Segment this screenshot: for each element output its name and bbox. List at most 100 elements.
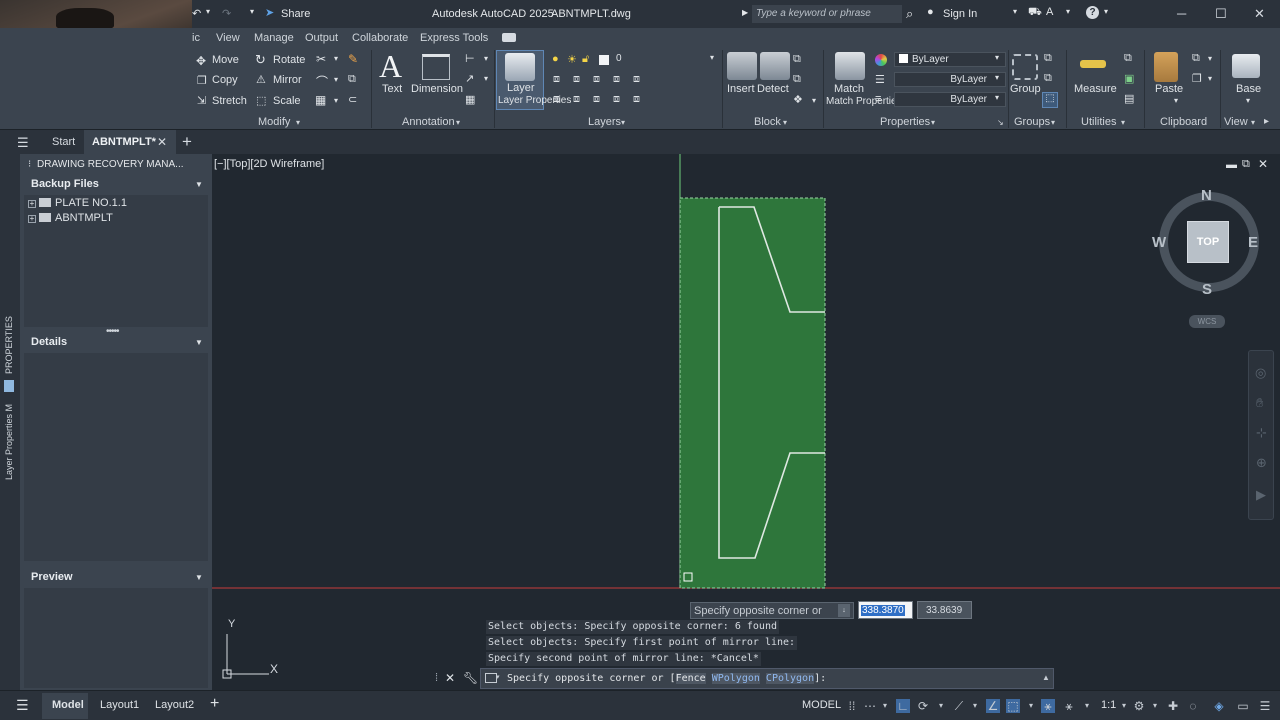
cart-icon[interactable]: ⛟ [1028, 6, 1042, 20]
command-line-grip-icon[interactable]: ⁞ [435, 672, 438, 684]
annotation-panel-expand-icon[interactable]: ▾ [456, 118, 460, 127]
details-toggle-icon[interactable]: ▼ [195, 338, 203, 347]
clean-screen-icon[interactable]: ▭ [1236, 699, 1250, 713]
user-icon[interactable]: ● [927, 6, 934, 18]
compass-west[interactable]: W [1152, 234, 1166, 251]
undo-dropdown-icon[interactable]: ▾ [206, 7, 210, 16]
x-coordinate-input[interactable]: 338.3870 [858, 601, 913, 619]
minimize-window-icon[interactable]: ─ [1177, 6, 1186, 21]
quick-access-dropdown-icon[interactable]: ▾ [250, 7, 254, 16]
pan-icon[interactable]: ✋︎ [1256, 395, 1263, 411]
layer-tool-9-icon[interactable]: ⧈ [613, 93, 620, 106]
layer-tool-4-icon[interactable]: ⧈ [613, 73, 620, 86]
command-line-close-icon[interactable]: ✕ [445, 671, 455, 685]
layers-panel-title[interactable]: Layers [588, 116, 621, 128]
base-button[interactable]: Base [1236, 83, 1261, 95]
command-line-input[interactable]: ▾ Specify opposite corner or [Fence WPol… [480, 668, 1054, 689]
annotation-monitor-icon[interactable]: ✚ [1166, 699, 1180, 713]
layer-props-strip-icon[interactable] [4, 380, 14, 392]
linetype-dropdown[interactable]: ByLayer [894, 92, 1006, 107]
layer-tool-10-icon[interactable]: ⧈ [633, 93, 640, 106]
customize-wrench-icon[interactable]: 🔧︎ [463, 671, 478, 685]
block-attribute-dropdown-icon[interactable]: ▾ [812, 96, 816, 105]
recent-commands-dropdown-icon[interactable]: ▾ [496, 673, 500, 681]
layer-tool-3-icon[interactable]: ⧈ [593, 73, 600, 86]
object-snap-icon[interactable]: ⬚ [1006, 699, 1020, 713]
layer-dropdown-chevron-icon[interactable]: ▾ [710, 53, 714, 62]
scale-button[interactable]: Scale [273, 95, 301, 107]
annotation-scale[interactable]: 1:1 [1101, 699, 1116, 711]
layer-thaw-icon[interactable]: ☀ [567, 53, 577, 66]
exchange-icon[interactable]: A [1046, 6, 1053, 18]
annotation-visibility-icon[interactable]: ⚹ [1041, 699, 1055, 713]
layer-tool-1-icon[interactable]: ⧈ [553, 73, 560, 86]
group-selection-toggle-icon[interactable]: ⬚ [1042, 92, 1058, 108]
preview-header[interactable]: Preview [24, 569, 208, 587]
expand-icon[interactable]: + [28, 200, 36, 208]
select-all-icon[interactable]: ▣ [1124, 72, 1134, 85]
rotate-button[interactable]: Rotate [273, 54, 305, 66]
tab-start[interactable]: Start [52, 136, 75, 148]
auto-scale-icon[interactable]: ⚹ [1062, 699, 1076, 713]
tab-output[interactable]: Output [305, 32, 338, 44]
layer-tool-5-icon[interactable]: ⧈ [633, 73, 640, 86]
modify-panel-title[interactable]: Modify [258, 116, 290, 128]
leader-dropdown-icon[interactable]: ▾ [484, 74, 488, 83]
command-history-toggle-icon[interactable]: ▲ [1042, 673, 1050, 682]
table-icon[interactable]: ▦ [465, 93, 475, 106]
block-panel-title[interactable]: Block [754, 116, 781, 128]
annotation-panel-title[interactable]: Annotation [402, 116, 455, 128]
new-tab-icon[interactable]: + [182, 132, 192, 152]
grid-icon[interactable]: ⁞⁞ [845, 699, 859, 713]
search-input[interactable]: Type a keyword or phrase [752, 5, 902, 23]
utilities-panel-title[interactable]: Utilities [1081, 116, 1116, 128]
panel-grip-icon[interactable]: ⁝ [28, 159, 31, 170]
compass-south[interactable]: S [1202, 281, 1212, 298]
measure-button[interactable]: Measure [1074, 83, 1117, 95]
fillet-dropdown-icon[interactable]: ▾ [334, 75, 338, 84]
option-cpolygon[interactable]: CPolygon [765, 673, 815, 684]
trim-icon[interactable]: ✂ [316, 52, 326, 66]
layer-tool-6-icon[interactable]: ⧈ [553, 93, 560, 106]
tab-overflow-icon[interactable] [502, 33, 516, 42]
sign-in-button[interactable]: Sign In [943, 8, 977, 20]
lineweight-dropdown-chevron-icon[interactable]: ▾ [995, 73, 999, 82]
steering-wheel-icon[interactable]: ◎ [1255, 365, 1266, 381]
explode-icon[interactable]: ⧉ [348, 73, 356, 86]
snap-dropdown-icon[interactable]: ▾ [878, 699, 892, 713]
share-icon[interactable]: ➤ [265, 6, 274, 19]
lineweight-dropdown[interactable]: ByLayer [894, 72, 1006, 87]
redo-icon[interactable]: ↷ [222, 7, 231, 20]
model-space-toggle[interactable]: MODEL [802, 699, 841, 711]
layer-tool-2-icon[interactable]: ⧈ [573, 73, 580, 86]
showmotion-icon[interactable]: ▶ [1256, 487, 1266, 503]
groups-panel-title[interactable]: Groups [1014, 116, 1050, 128]
y-coordinate-input[interactable]: 33.8639 [917, 601, 972, 619]
view-panel-expand-icon[interactable]: ▾ [1251, 118, 1255, 127]
copy-button[interactable]: Copy [212, 74, 238, 86]
array-icon[interactable]: ▦ [315, 93, 326, 107]
cut-icon[interactable]: ⧉ [1192, 52, 1200, 65]
close-window-icon[interactable]: ✕ [1254, 6, 1265, 22]
compass-north[interactable]: N [1201, 187, 1212, 204]
array-dropdown-icon[interactable]: ▾ [334, 96, 338, 105]
zoom-extents-icon[interactable]: ⊹ [1256, 425, 1267, 441]
color-dropdown[interactable]: ByLayer [894, 52, 1006, 67]
cut-dropdown-icon[interactable]: ▾ [1208, 54, 1212, 63]
insert-button[interactable]: Insert [727, 83, 755, 95]
copy-clip-dropdown-icon[interactable]: ▾ [1208, 74, 1212, 83]
calculator-icon[interactable]: ▤ [1124, 92, 1134, 105]
option-fence[interactable]: Fence [675, 673, 706, 684]
block-create-icon[interactable]: ⧉ [793, 53, 801, 66]
preview-toggle-icon[interactable]: ▼ [195, 573, 203, 582]
layers-panel-expand-icon[interactable]: ▾ [621, 118, 625, 127]
color-dropdown-chevron-icon[interactable]: ▾ [995, 53, 999, 62]
tab-express-tools[interactable]: Express Tools [420, 32, 488, 44]
tree-item[interactable]: + PLATE NO.1.1 [28, 197, 127, 209]
properties-dialog-launcher-icon[interactable]: ↘ [997, 118, 1004, 127]
annotation-scale-dropdown-icon[interactable]: ▾ [1117, 699, 1131, 713]
expand-icon[interactable]: + [28, 215, 36, 223]
ortho-icon[interactable]: ∟ [896, 699, 910, 713]
leader-icon[interactable]: ↗ [465, 72, 474, 85]
isolate-objects-icon[interactable]: ◈ [1212, 699, 1226, 713]
